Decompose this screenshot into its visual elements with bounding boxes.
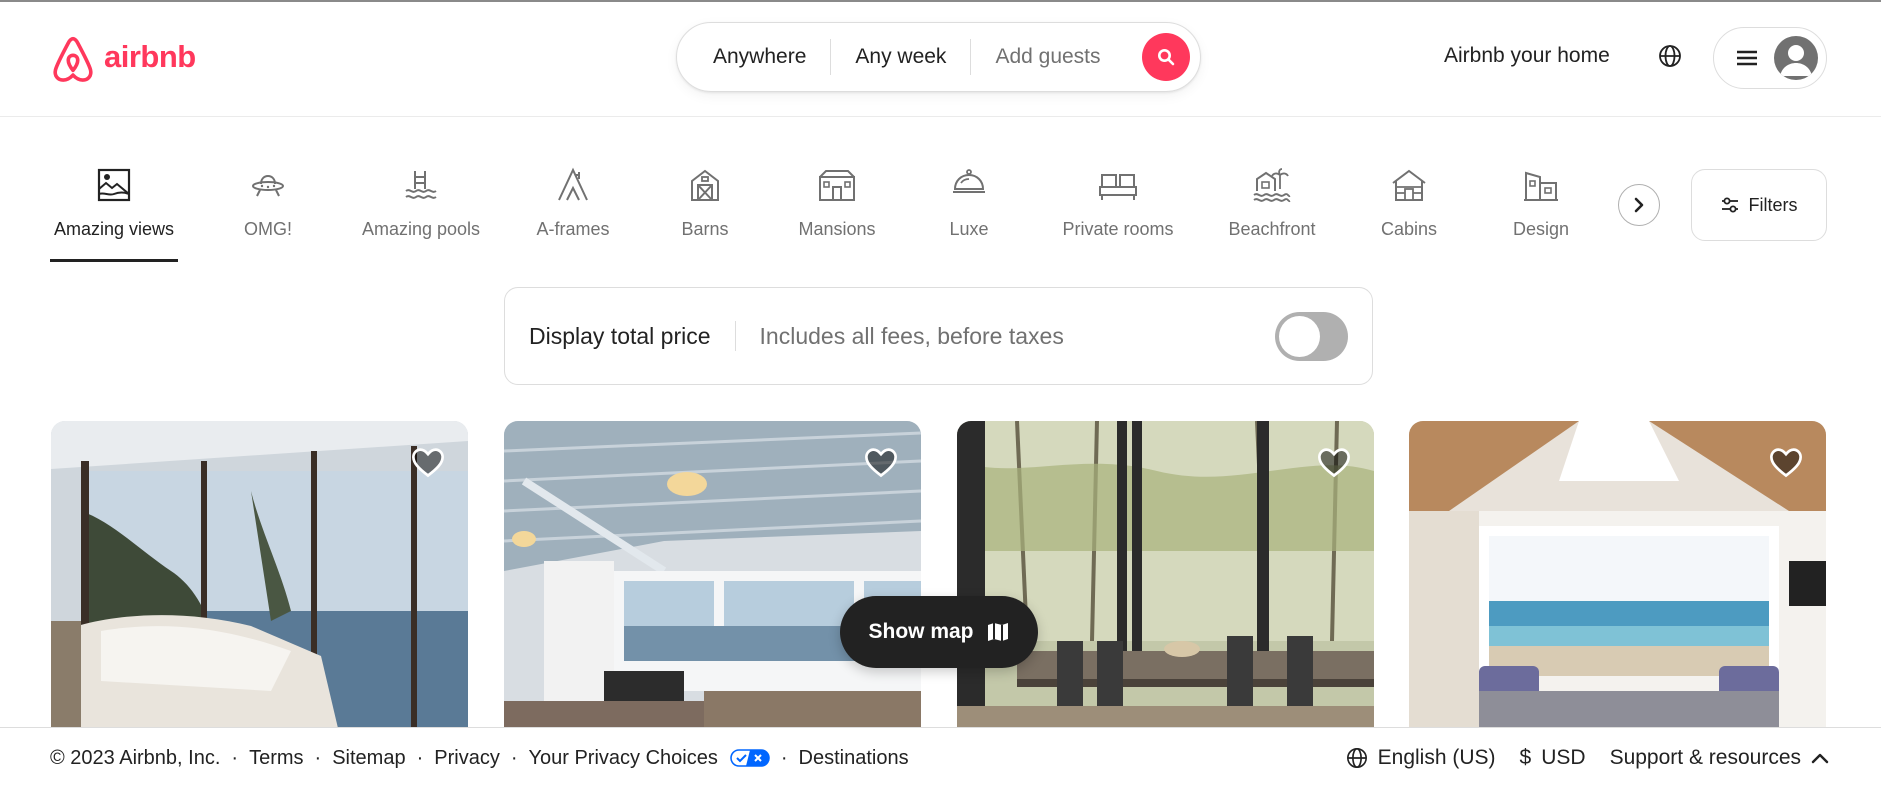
category-luxe[interactable]: Luxe <box>946 165 992 265</box>
globe-icon <box>1659 45 1681 67</box>
user-menu-button[interactable] <box>1713 27 1827 89</box>
separator-dot: · <box>314 746 322 769</box>
user-avatar-icon <box>1774 36 1818 80</box>
listing-card[interactable] <box>51 421 468 731</box>
search-guests[interactable]: Add guests <box>971 39 1112 75</box>
total-price-title: Display total price <box>529 322 711 349</box>
sliders-icon <box>1721 197 1738 213</box>
category-private-rooms[interactable]: Private rooms <box>1058 165 1178 265</box>
support-resources-button[interactable]: Support & resources <box>1610 746 1829 770</box>
footer-link-privacy[interactable]: Privacy <box>434 747 500 770</box>
language-selector[interactable]: English (US) <box>1346 746 1496 770</box>
search-bar[interactable]: Anywhere Any week Add guests <box>676 22 1201 92</box>
category-label: Beachfront <box>1228 219 1316 239</box>
category-bar: Amazing views OMG! Amazing pools A-frame… <box>0 165 1640 265</box>
search-location[interactable]: Anywhere <box>677 39 830 75</box>
search-button[interactable] <box>1142 33 1190 81</box>
category-amazing-pools[interactable]: Amazing pools <box>356 165 486 265</box>
category-label: A-frames <box>536 219 610 239</box>
footer-link-terms[interactable]: Terms <box>249 747 303 770</box>
chevron-up-icon <box>1811 753 1829 764</box>
category-label: Barns <box>681 219 729 239</box>
separator-dot: · <box>780 746 788 769</box>
copyright: © 2023 Airbnb, Inc. <box>50 746 221 769</box>
separator-dot: · <box>231 746 239 769</box>
separator-dot: · <box>416 746 424 769</box>
category-barns[interactable]: Barns <box>678 165 732 265</box>
category-omg[interactable]: OMG! <box>232 165 304 265</box>
a-frame-icon <box>555 165 591 205</box>
host-link[interactable]: Airbnb your home <box>1444 44 1610 68</box>
category-cabins[interactable]: Cabins <box>1378 165 1440 265</box>
heart-icon[interactable] <box>410 445 446 479</box>
support-label: Support & resources <box>1609 746 1801 769</box>
listing-photo <box>504 421 921 731</box>
category-label: Design <box>1512 219 1570 239</box>
amazing-views-icon <box>96 165 132 205</box>
footer-link-sitemap[interactable]: Sitemap <box>332 747 405 770</box>
bed-icon <box>1098 165 1138 205</box>
total-price-subtitle: Includes all fees, before taxes <box>759 322 1064 349</box>
barn-icon <box>687 165 723 205</box>
footer-link-destinations[interactable]: Destinations <box>799 747 909 770</box>
language-button[interactable] <box>1656 42 1684 70</box>
category-label: OMG! <box>244 219 292 239</box>
currency-label: USD <box>1541 746 1586 769</box>
search-icon <box>1158 49 1175 66</box>
category-beachfront[interactable]: Beachfront <box>1224 165 1320 265</box>
category-label: Private rooms <box>1062 219 1174 239</box>
listing-card[interactable] <box>504 421 921 731</box>
globe-icon <box>1346 748 1367 768</box>
menu-icon <box>1737 50 1757 66</box>
currency-symbol: $ <box>1519 746 1532 769</box>
luxe-icon <box>950 165 988 205</box>
search-dates[interactable]: Any week <box>831 39 970 75</box>
category-label: Luxe <box>949 219 989 239</box>
header: airbnb Anywhere Any week Add guests Airb… <box>0 2 1881 117</box>
airbnb-logo-icon <box>53 36 93 82</box>
map-icon <box>987 623 1008 641</box>
footer: © 2023 Airbnb, Inc. · Terms · Sitemap · … <box>0 727 1881 787</box>
chevron-right-icon <box>1634 197 1644 213</box>
heart-icon[interactable] <box>1768 445 1804 479</box>
category-mansions[interactable]: Mansions <box>796 165 878 265</box>
category-label: Amazing views <box>53 219 175 239</box>
listing-card[interactable] <box>1409 421 1826 731</box>
category-label: Amazing pools <box>361 219 481 239</box>
beachfront-icon <box>1252 165 1292 205</box>
category-design[interactable]: Design <box>1510 165 1572 265</box>
footer-right: English (US) $ USD Support & resources <box>1346 728 1829 787</box>
privacy-choices-icon <box>730 749 770 767</box>
listing-photo <box>1409 421 1826 731</box>
filters-label: Filters <box>1748 194 1798 215</box>
currency-selector[interactable]: $ USD <box>1520 746 1586 770</box>
category-label: Mansions <box>798 219 876 239</box>
cabin-icon <box>1390 165 1428 205</box>
language-label: English (US) <box>1377 746 1496 769</box>
pool-icon <box>403 165 439 205</box>
total-price-box: Display total price Includes all fees, b… <box>504 287 1373 385</box>
category-label: Cabins <box>1380 219 1438 239</box>
footer-left: © 2023 Airbnb, Inc. · Terms · Sitemap · … <box>50 728 909 787</box>
footer-link-privacy-choices[interactable]: Your Privacy Choices <box>529 747 718 770</box>
listing-photo <box>51 421 468 731</box>
heart-icon[interactable] <box>1316 445 1352 479</box>
categories-next-button[interactable] <box>1618 184 1660 226</box>
listing-card[interactable] <box>957 421 1374 731</box>
toggle-knob <box>1279 316 1320 357</box>
category-a-frames[interactable]: A-frames <box>532 165 614 265</box>
design-icon <box>1522 165 1560 205</box>
mansion-icon <box>817 165 857 205</box>
brand-name: airbnb <box>104 39 196 74</box>
listing-photo <box>957 421 1374 731</box>
ufo-icon <box>250 165 286 205</box>
category-amazing-views[interactable]: Amazing views <box>50 165 178 265</box>
separator-dot: · <box>510 746 518 769</box>
show-map-button[interactable]: Show map <box>840 596 1038 668</box>
filters-button[interactable]: Filters <box>1691 169 1827 241</box>
airbnb-logo[interactable]: airbnb <box>50 32 196 82</box>
show-map-label: Show map <box>868 620 974 643</box>
total-price-toggle[interactable] <box>1275 312 1348 361</box>
heart-icon[interactable] <box>863 445 899 479</box>
